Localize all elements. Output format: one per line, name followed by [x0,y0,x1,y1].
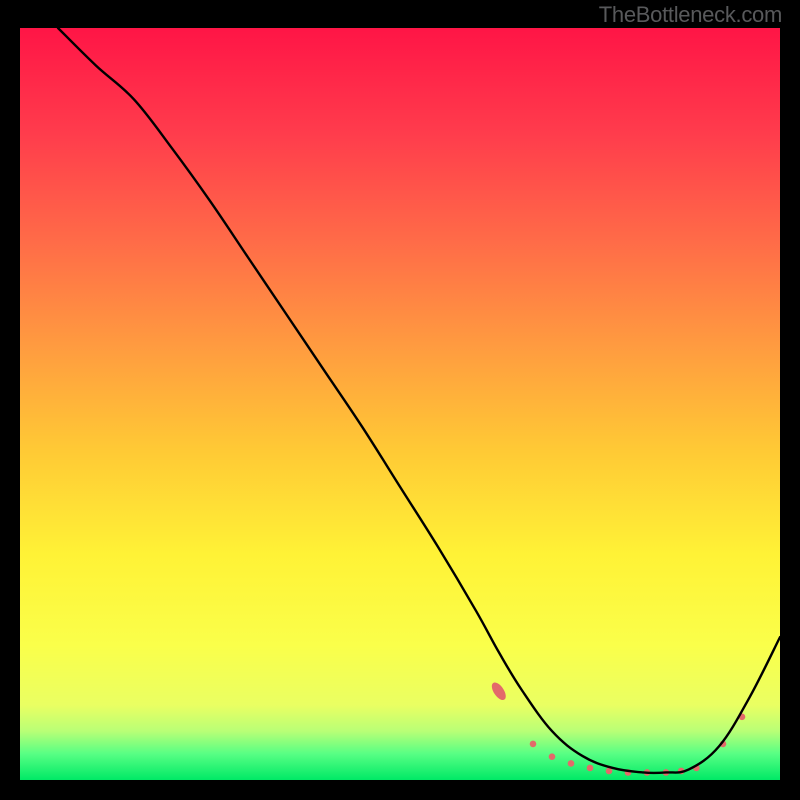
chart-container: TheBottleneck.com [0,0,800,800]
plot-area [20,28,780,780]
watermark-text: TheBottleneck.com [599,2,782,28]
marker-group [489,680,745,776]
marker-point [530,741,537,748]
marker-point [587,765,594,772]
marker-point [568,760,575,767]
curve-layer [20,28,780,780]
bottleneck-curve [58,28,780,773]
marker-point [549,753,556,760]
marker-point [489,680,508,702]
